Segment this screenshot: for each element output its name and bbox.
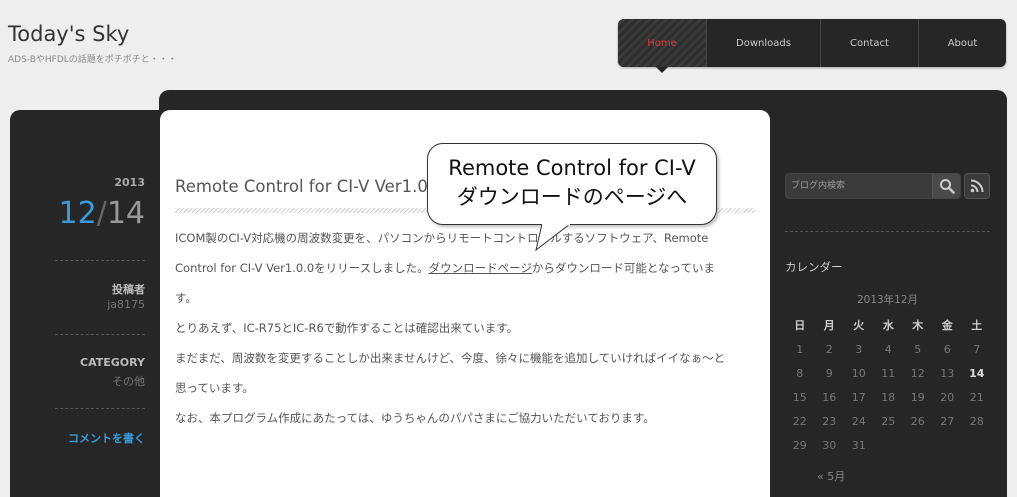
calendar-weekday-row: 日月火水木金土 (785, 314, 992, 338)
calendar-day: 13 (940, 367, 955, 380)
calendar-day (933, 434, 963, 458)
calendar-prev-month-link[interactable]: « 5月 (817, 468, 845, 484)
calendar-day: 6 (943, 343, 951, 356)
category-label: CATEGORY (80, 356, 145, 369)
post-body: ICOM製のCI-V対応機の周波数変更を、パソコンからリモートコントロールするソ… (175, 223, 755, 433)
blog-search (785, 173, 961, 199)
callout-line-1: Remote Control for CI-V (448, 156, 696, 180)
download-callout: Remote Control for CI-V ダウンロードのページへ (427, 143, 717, 225)
calendar-day: 27 (940, 415, 955, 428)
calendar-day: 4 (884, 343, 892, 356)
calendar-day: 12 (910, 367, 925, 380)
callout-tail (535, 224, 571, 252)
calendar-day (874, 434, 904, 458)
calendar-day: 2 (825, 343, 833, 356)
search-input[interactable] (786, 174, 932, 198)
rss-icon (970, 179, 984, 193)
calendar-day: 7 (973, 343, 981, 356)
meta-divider (55, 408, 145, 409)
author-label: 投稿者 (112, 283, 145, 296)
rss-button[interactable] (964, 173, 990, 199)
calendar-day: 17 (851, 391, 866, 404)
calendar-weekday: 土 (971, 319, 983, 332)
main-nav: Home Downloads Contact About (618, 19, 1006, 73)
calendar-day: 25 (881, 415, 896, 428)
calendar-title: カレンダー (785, 260, 843, 274)
calendar-day: 21 (969, 391, 984, 404)
calendar-day: 1 (796, 343, 804, 356)
calendar-week-row: 15 16 17 18 19 20 21 (785, 386, 992, 410)
calendar-day: 28 (969, 415, 984, 428)
post-month: 12 (58, 196, 97, 231)
post-paragraph: まだまだ、周波数を変更することしか出来ませんけど、今度、徐々に機能を追加していけ… (175, 351, 726, 365)
calendar-weekday: 月 (823, 319, 835, 332)
callout-line-2: ダウンロードのページへ (456, 185, 688, 209)
calendar-weekday: 日 (794, 319, 806, 332)
calendar-day: 31 (851, 439, 866, 452)
calendar-day: 22 (792, 415, 807, 428)
post-paragraph: 思っています。 (175, 381, 254, 395)
post-paragraph: Control for CI-V Ver1.0.0をリリースしました。ダウンロー… (175, 261, 715, 275)
calendar-day (903, 434, 933, 458)
calendar-weekday: 木 (912, 319, 924, 332)
category-value[interactable]: その他 (112, 373, 145, 389)
calendar-day: 15 (792, 391, 807, 404)
post-paragraph: す。 (175, 291, 197, 305)
calendar-day: 3 (855, 343, 863, 356)
post-year: 2013 (114, 176, 145, 189)
calendar-day: 5 (914, 343, 922, 356)
calendar-day: 9 (825, 367, 833, 380)
calendar-week-row: 29 30 31 (785, 434, 992, 458)
sidebar-divider (785, 231, 990, 232)
calendar-day: 16 (822, 391, 837, 404)
calendar-caption: 2013年12月 (856, 294, 919, 306)
post-day: 14 (106, 196, 145, 231)
calendar-week-row: 22 23 24 25 26 27 28 (785, 410, 992, 434)
nav-about[interactable]: About (918, 19, 1006, 67)
site-title[interactable]: Today's Sky (8, 22, 129, 46)
search-button[interactable] (932, 174, 960, 198)
date-separator: / (96, 196, 107, 231)
calendar-day-today[interactable]: 14 (962, 362, 992, 386)
site-description: ADS-BやHFDLの話題をポチポチと・・・ (8, 55, 177, 65)
calendar-weekday: 火 (853, 319, 865, 332)
calendar-day: 23 (822, 415, 837, 428)
author-name: ja8175 (107, 298, 145, 311)
calendar-day: 30 (822, 439, 837, 452)
calendar-week-row: 1 2 3 4 5 6 7 (785, 338, 992, 362)
nav-downloads[interactable]: Downloads (706, 19, 820, 67)
calendar-week-row: 8 9 10 11 12 13 14 (785, 362, 992, 386)
meta-divider (55, 334, 145, 335)
calendar-day (962, 434, 992, 458)
calendar-weekday: 水 (882, 319, 894, 332)
magnifier-icon (939, 179, 955, 194)
post-date: 12/14 (59, 196, 145, 231)
calendar-day: 11 (881, 367, 896, 380)
nav-contact[interactable]: Contact (820, 19, 918, 67)
nav-home[interactable]: Home (618, 19, 706, 73)
post-paragraph: ICOM製のCI-V対応機の周波数変更を、パソコンからリモートコントロールするソ… (175, 231, 709, 245)
calendar-day: 24 (851, 415, 866, 428)
calendar-day: 19 (910, 391, 925, 404)
post-paragraph: なお、本プログラム作成にあたっては、ゆうちゃんのパパさまにご協力いただいておりま… (175, 411, 655, 425)
post-paragraph: とりあえず、IC-R75とIC-R6で動作することは確認出来ています。 (175, 321, 519, 335)
meta-divider (55, 260, 145, 261)
calendar-weekday: 金 (941, 319, 953, 332)
calendar-day: 29 (792, 439, 807, 452)
calendar-day: 10 (851, 367, 866, 380)
calendar-day: 26 (910, 415, 925, 428)
write-comment-link[interactable]: コメントを書く (68, 430, 145, 446)
calendar-day: 8 (796, 367, 804, 380)
post-title[interactable]: Remote Control for CI-V Ver1.0.0 (175, 177, 444, 196)
download-page-link[interactable]: ダウンロードページ (429, 261, 532, 275)
calendar-grid: 日月火水木金土 1 2 3 4 5 6 7 8 9 10 11 12 13 14 15 16 17 18 19 20 21… (785, 314, 992, 458)
calendar-day: 18 (881, 391, 896, 404)
calendar-day: 20 (940, 391, 955, 404)
